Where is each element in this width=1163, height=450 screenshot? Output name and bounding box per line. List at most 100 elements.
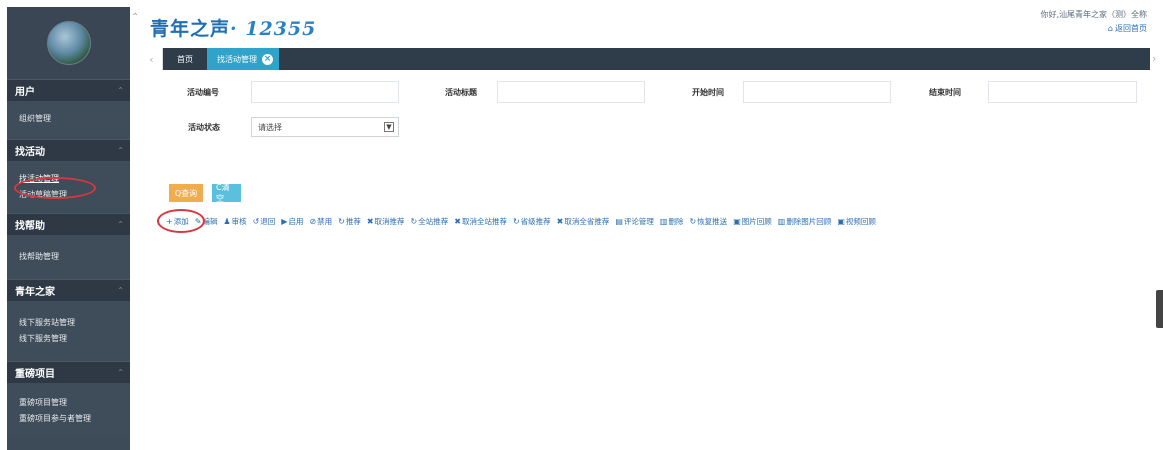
toolbar-video-review-button[interactable]: ▣ 视频回顾 <box>837 216 876 227</box>
toolbar-label: 审核 <box>231 217 247 226</box>
toolbar-restore-push-button[interactable]: ↻ 恢复推送 <box>689 216 727 227</box>
add-icon: + <box>166 217 173 226</box>
chevron-up-icon: ⌃ <box>117 286 124 295</box>
chevron-up-icon: ⌃ <box>117 368 124 377</box>
status-label: 活动状态 <box>188 123 220 132</box>
site-recommend-icon: ↻ <box>410 217 418 226</box>
toolbar-image-review-button[interactable]: ▣ 图片回顾 <box>733 216 772 227</box>
section-body: 组织管理 <box>7 101 130 139</box>
enable-icon: ▶ <box>281 217 288 226</box>
chevron-left-icon[interactable]: ‹ <box>141 48 163 70</box>
query-button[interactable]: Q查询 <box>169 184 203 202</box>
section-title: 找帮助 <box>15 221 45 232</box>
section-title: 青年之家 <box>15 287 55 298</box>
cancel-province-recommend-icon: ✖ <box>556 217 564 226</box>
toolbar-cancel-site-recommend-button[interactable]: ✖ 取消全站推荐 <box>454 216 507 227</box>
chevron-up-icon: ⌃ <box>117 86 124 95</box>
close-icon[interactable]: × <box>262 53 273 65</box>
toolbar-label: 启用 <box>288 217 304 226</box>
tab-activity-management[interactable]: 找活动管理 × <box>207 48 279 70</box>
toolbar-delete-button[interactable]: ▥ 删除 <box>660 216 684 227</box>
sidebar-item-major-project-participants[interactable]: 重磅项目参与者管理 <box>7 411 130 427</box>
chevron-up-icon: ⌃ <box>117 220 124 229</box>
toolbar-label: 添加 <box>173 217 189 226</box>
toolbar-site-recommend-button[interactable]: ↻ 全站推荐 <box>411 216 449 227</box>
toolbar-recommend-button[interactable]: ↻ 推荐 <box>338 216 361 227</box>
toolbar-edit-button[interactable]: ✎ 编辑 <box>195 216 218 227</box>
sidebar-section-help[interactable]: 找帮助 ⌃ <box>7 213 130 235</box>
user-info: 你好,汕尾青年之家（测）全称 返回首页 <box>1040 8 1147 36</box>
activity-id-input[interactable] <box>251 81 399 103</box>
side-panel-handle[interactable] <box>1156 290 1163 328</box>
toolbar-comment-management-button[interactable]: ▤ 评论管理 <box>615 216 654 227</box>
sidebar-section-major-projects[interactable]: 重磅项目 ⌃ <box>7 361 130 383</box>
toolbar-label: 禁用 <box>317 217 333 226</box>
sidebar-item-org-management[interactable]: 组织管理 <box>7 111 130 127</box>
recommend-icon: ↻ <box>338 217 345 226</box>
toolbar-label: 图片回顾 <box>741 217 772 226</box>
section-body: 重磅项目管理 重磅项目参与者管理 <box>7 383 130 437</box>
toolbar-cancel-province-recommend-button[interactable]: ✖ 取消全省推荐 <box>557 216 610 227</box>
return-icon: ↺ <box>252 217 260 226</box>
start-time-input[interactable] <box>743 81 891 103</box>
toolbar-delete-image-review-button[interactable]: ▥ 删除图片回顾 <box>778 216 832 227</box>
toolbar-label: 删除 <box>668 217 684 226</box>
logo <box>46 21 91 65</box>
toolbar-disable-button[interactable]: ⊘ 禁用 <box>309 216 332 227</box>
toolbar-label: 取消全站推荐 <box>461 217 507 226</box>
activity-id-label: 活动编号 <box>187 88 219 97</box>
sidebar-item-help-management[interactable]: 找帮助管理 <box>7 249 130 265</box>
toolbar-label: 评论管理 <box>623 217 654 226</box>
activity-title-input[interactable] <box>497 81 645 103</box>
sidebar-item-activity-management[interactable]: 找活动管理 <box>7 171 130 187</box>
brand-text: 青年之声 <box>150 18 231 40</box>
sidebar-item-major-project-management[interactable]: 重磅项目管理 <box>7 395 130 411</box>
section-body: 线下服务站管理 线下服务管理 <box>7 301 130 361</box>
chevron-up-icon[interactable]: ⌃ <box>131 12 139 23</box>
toolbar-label: 全站推荐 <box>418 217 449 226</box>
edit-icon: ✎ <box>194 217 202 226</box>
start-time-label: 开始时间 <box>692 88 724 97</box>
toolbar-label: 推荐 <box>345 217 361 226</box>
delete-image-review-icon: ▥ <box>777 217 786 226</box>
end-time-input[interactable] <box>988 81 1137 103</box>
toolbar-enable-button[interactable]: ▶ 启用 <box>281 216 303 227</box>
sidebar-section-activities[interactable]: 找活动 ⌃ <box>7 139 130 161</box>
toolbar-label: 编辑 <box>202 217 218 226</box>
toolbar-return-button[interactable]: ↺ 退回 <box>253 216 276 227</box>
toolbar-label: 视频回顾 <box>845 217 876 226</box>
sidebar-item-activity-drafts[interactable]: 活动草稿管理 <box>7 187 130 203</box>
tab-label: 首页 <box>177 54 193 64</box>
sidebar-section-youth-home[interactable]: 青年之家 ⌃ <box>7 279 130 301</box>
tabs-bar: ‹ 首页 找活动管理 × <box>141 48 1150 70</box>
home-link[interactable]: 返回首页 <box>1040 22 1147 36</box>
chevron-down-icon: ▼ <box>384 122 394 132</box>
logo-area <box>7 7 130 79</box>
status-select-value: 请选择 <box>258 122 282 132</box>
action-toolbar: + 添加 ✎ 编辑 ♟ 审核 ↺ 退回 ▶ 启用 ⊘ 禁用 ↻ 推荐 ✖ 取消推荐 ↻ 全站推荐 ✖ 取消全站推荐 ↻ 省… <box>166 216 876 227</box>
brand-number: · 12355 <box>230 18 317 40</box>
toolbar-label: 恢复推送 <box>697 217 728 226</box>
section-title: 用户 <box>15 87 35 98</box>
tab-home[interactable]: 首页 <box>163 48 207 70</box>
image-review-icon: ▣ <box>733 217 741 226</box>
delete-icon: ▥ <box>659 217 668 226</box>
toolbar-province-recommend-button[interactable]: ↻ 省级推荐 <box>513 216 551 227</box>
sidebar-section-users[interactable]: 用户 ⌃ <box>7 79 130 101</box>
clear-button[interactable]: C清空 <box>212 183 241 203</box>
cancel-site-recommend-icon: ✖ <box>454 217 461 226</box>
user-greeting: 你好,汕尾青年之家（测）全称 <box>1040 10 1147 19</box>
chevron-right-icon[interactable]: › <box>1152 52 1156 65</box>
sidebar-item-offline-service[interactable]: 线下服务管理 <box>7 331 130 347</box>
sidebar-item-offline-station[interactable]: 线下服务站管理 <box>7 315 130 331</box>
section-body: 找活动管理 活动草稿管理 <box>7 161 130 213</box>
audit-icon: ♟ <box>223 217 231 226</box>
section-body: 找帮助管理 <box>7 235 130 279</box>
toolbar-add-button[interactable]: + 添加 <box>166 216 189 227</box>
toolbar-audit-button[interactable]: ♟ 审核 <box>223 216 246 227</box>
cancel-recommend-icon: ✖ <box>366 217 374 226</box>
section-title: 重磅项目 <box>15 369 55 380</box>
toolbar-cancel-recommend-button[interactable]: ✖ 取消推荐 <box>367 216 405 227</box>
disable-icon: ⊘ <box>309 217 317 226</box>
status-select[interactable]: 请选择 ▼ <box>251 117 399 137</box>
